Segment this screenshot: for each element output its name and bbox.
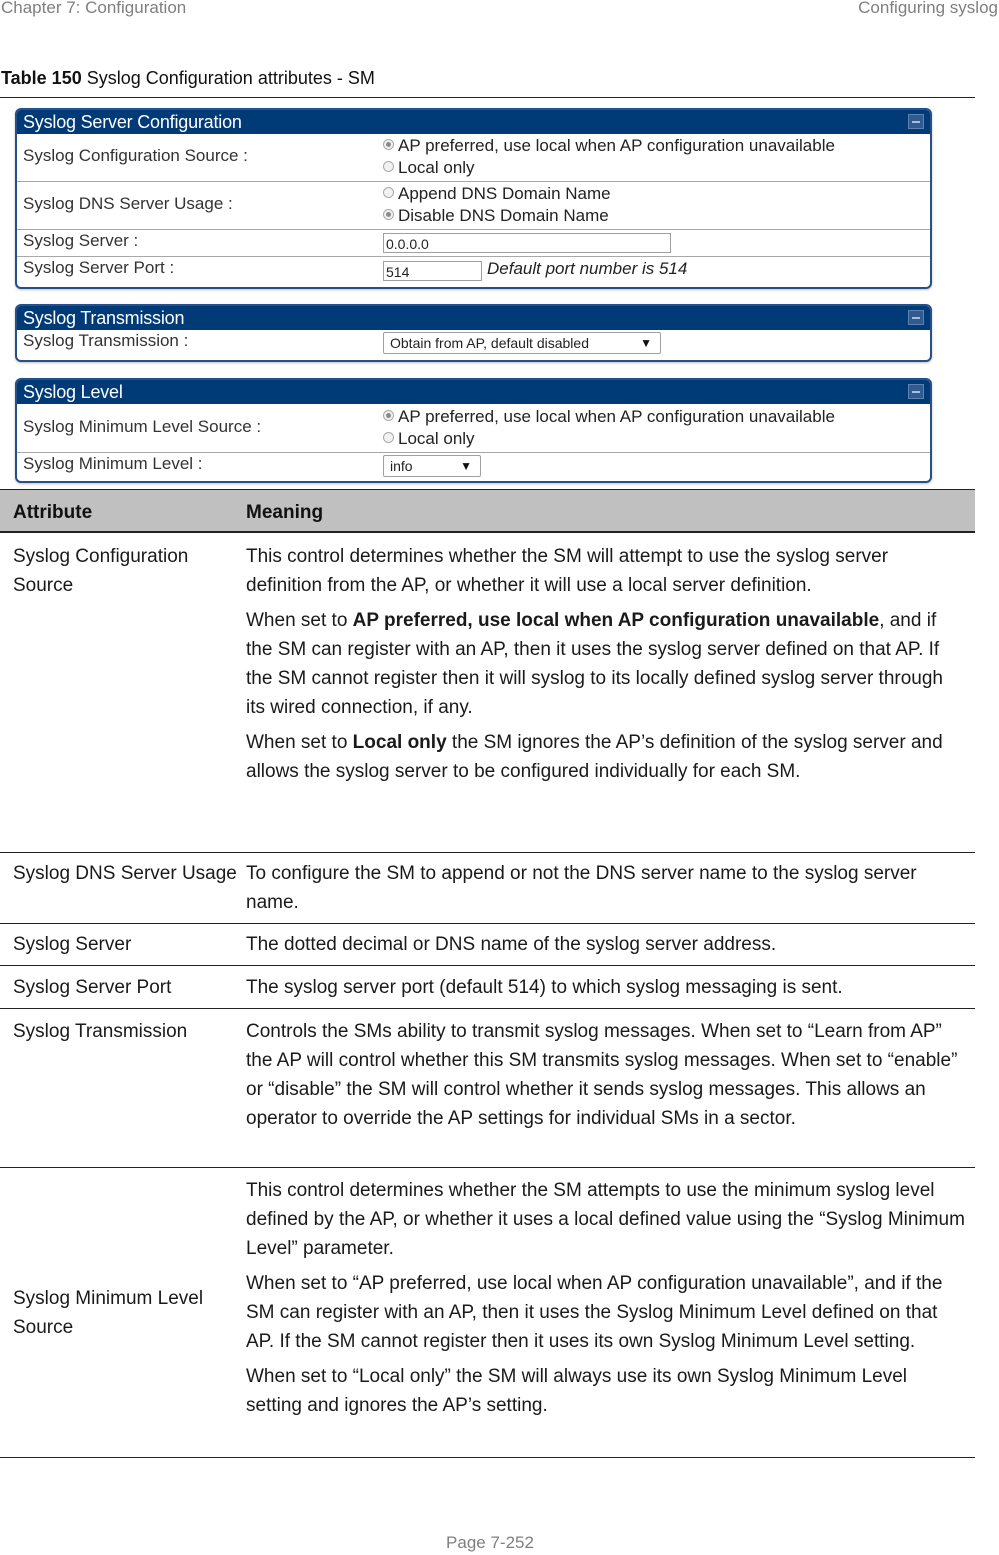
radio-option-append-dns[interactable]: Append DNS Domain Name — [383, 183, 611, 205]
meaning-paragraph: When set to AP preferred, use local when… — [246, 610, 943, 718]
syslog-transmission-select[interactable]: Obtain from AP, default disabled ▼ — [383, 332, 661, 354]
min-level-source-label: Syslog Minimum Level Source : — [23, 417, 262, 436]
meaning-paragraph: Controls the SMs ability to transmit sys… — [246, 1021, 958, 1129]
min-level-source-radio-group: AP preferred, use local when AP configur… — [383, 406, 835, 450]
min-level-row: Syslog Minimum Level : info ▼ — [17, 453, 930, 479]
syslog-server-input[interactable]: 0.0.0.0 — [383, 233, 671, 253]
radio-unchecked-icon[interactable] — [383, 161, 394, 173]
panel-header: Syslog Server Configuration — [17, 110, 930, 134]
syslog-level-panel: Syslog Level Syslog Minimum Level Source… — [15, 378, 932, 483]
syslog-server-port-input[interactable]: 514 — [383, 261, 482, 281]
table-row: Syslog Minimum Level Source This control… — [0, 1168, 975, 1458]
meaning-cell: Controls the SMs ability to transmit sys… — [246, 1017, 966, 1139]
syslog-transmission-row: Syslog Transmission : Obtain from AP, de… — [17, 330, 930, 356]
caption-divider — [0, 97, 975, 98]
option-emphasis: AP preferred, use local when AP configur… — [352, 610, 880, 631]
syslog-server-port-label: Syslog Server Port : — [23, 258, 175, 277]
syslog-server-configuration-panel: Syslog Server Configuration Syslog Confi… — [15, 108, 932, 289]
section-title: Configuring syslog — [858, 0, 998, 17]
option-emphasis: Local only — [352, 732, 447, 753]
dropdown-arrow-icon[interactable]: ▼ — [460, 456, 472, 476]
page-number: Page 7-252 — [446, 1533, 534, 1552]
radio-checked-icon[interactable] — [383, 139, 394, 151]
panel-header: Syslog Level — [17, 380, 930, 404]
attribute-cell: Syslog Configuration Source — [13, 546, 189, 596]
table-number: Table 150 — [1, 68, 82, 88]
dns-usage-row: Syslog DNS Server Usage : Append DNS Dom… — [17, 182, 930, 230]
meaning-paragraph: The syslog server port (default 514) to … — [246, 977, 843, 998]
config-source-label: Syslog Configuration Source : — [23, 146, 248, 165]
collapse-icon[interactable] — [908, 310, 924, 325]
meaning-cell: To configure the SM to append or not the… — [246, 859, 966, 923]
meaning-cell: This control determines whether the SM w… — [246, 542, 966, 792]
syslog-server-label: Syslog Server : — [23, 231, 139, 250]
chapter-title: Chapter 7: Configuration — [1, 0, 187, 17]
panel-title: Syslog Server Configuration — [23, 112, 242, 132]
attribute-cell: Syslog DNS Server Usage — [13, 863, 237, 884]
column-header-attribute: Attribute — [13, 502, 93, 523]
collapse-icon[interactable] — [908, 384, 924, 399]
table-header: Attribute Meaning — [0, 489, 975, 533]
syslog-transmission-panel: Syslog Transmission Syslog Transmission … — [15, 304, 932, 362]
attribute-cell: Syslog Minimum Level Source — [13, 1288, 204, 1338]
config-source-radio-group: AP preferred, use local when AP configur… — [383, 135, 835, 179]
min-level-label: Syslog Minimum Level : — [23, 454, 203, 473]
column-header-meaning: Meaning — [246, 502, 324, 523]
config-source-row: Syslog Configuration Source : AP preferr… — [17, 134, 930, 182]
panel-title: Syslog Transmission — [23, 308, 185, 328]
min-level-select[interactable]: info ▼ — [383, 455, 481, 477]
meaning-paragraph: This control determines whether the SM w… — [246, 546, 889, 596]
table-row: Syslog Configuration Source This control… — [0, 533, 975, 853]
dns-usage-label: Syslog DNS Server Usage : — [23, 194, 233, 213]
table-title: Syslog Configuration attributes - SM — [81, 68, 375, 88]
running-header: Chapter 7: Configuration Configuring sys… — [0, 0, 999, 20]
meaning-cell: The dotted decimal or DNS name of the sy… — [246, 930, 966, 965]
radio-option-disable-dns[interactable]: Disable DNS Domain Name — [383, 205, 611, 227]
radio-unchecked-icon[interactable] — [383, 187, 394, 199]
port-hint-text: Default port number is 514 — [487, 259, 688, 278]
table-row: Syslog DNS Server Usage To configure the… — [0, 853, 975, 924]
min-level-source-row: Syslog Minimum Level Source : AP preferr… — [17, 404, 930, 453]
table-row: Syslog Server The dotted decimal or DNS … — [0, 924, 975, 966]
meaning-paragraph: To configure the SM to append or not the… — [246, 863, 917, 913]
radio-option-ap-preferred[interactable]: AP preferred, use local when AP configur… — [383, 406, 835, 428]
meaning-paragraph: When set to “AP preferred, use local whe… — [246, 1273, 943, 1352]
selected-value: Obtain from AP, default disabled — [390, 335, 589, 351]
table-row: Syslog Server Port The syslog server por… — [0, 966, 975, 1009]
meaning-paragraph: When set to Local only the SM ignores th… — [246, 732, 943, 782]
radio-checked-icon[interactable] — [383, 209, 394, 221]
syslog-server-row: Syslog Server : 0.0.0.0 — [17, 230, 930, 257]
table-row: Syslog Transmission Controls the SMs abi… — [0, 1009, 975, 1168]
attribute-cell: Syslog Server Port — [13, 977, 172, 998]
dns-usage-radio-group: Append DNS Domain Name Disable DNS Domai… — [383, 183, 611, 227]
radio-option-local-only[interactable]: Local only — [383, 157, 835, 179]
selected-value: info — [390, 458, 413, 474]
meaning-paragraph: When set to “Local only” the SM will alw… — [246, 1366, 908, 1416]
table-caption: Table 150 Syslog Configuration attribute… — [1, 68, 375, 89]
collapse-icon[interactable] — [908, 114, 924, 129]
radio-option-local-only[interactable]: Local only — [383, 428, 835, 450]
meaning-paragraph: The dotted decimal or DNS name of the sy… — [246, 934, 777, 955]
radio-unchecked-icon[interactable] — [383, 432, 394, 444]
meaning-cell: The syslog server port (default 514) to … — [246, 973, 966, 1008]
panel-header: Syslog Transmission — [17, 306, 930, 330]
meaning-paragraph: This control determines whether the SM a… — [246, 1180, 965, 1259]
panel-title: Syslog Level — [23, 382, 123, 402]
attribute-cell: Syslog Transmission — [13, 1021, 188, 1042]
syslog-transmission-label: Syslog Transmission : — [23, 331, 189, 350]
dropdown-arrow-icon[interactable]: ▼ — [640, 333, 652, 353]
radio-option-ap-preferred[interactable]: AP preferred, use local when AP configur… — [383, 135, 835, 157]
radio-checked-icon[interactable] — [383, 410, 394, 422]
meaning-cell: This control determines whether the SM a… — [246, 1176, 966, 1426]
attribute-cell: Syslog Server — [13, 934, 132, 955]
syslog-server-port-row: Syslog Server Port : 514 Default port nu… — [17, 257, 930, 283]
